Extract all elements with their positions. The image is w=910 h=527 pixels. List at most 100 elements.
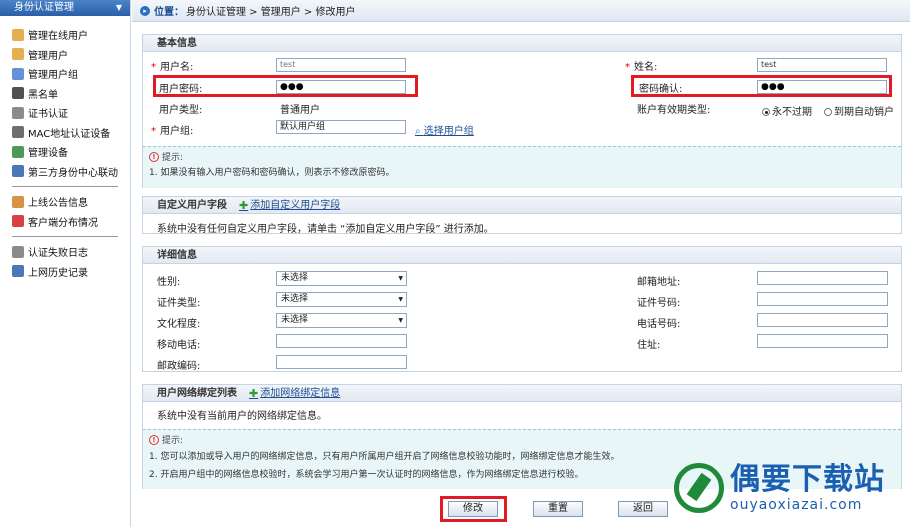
reset-button[interactable]: 重置 <box>533 501 583 517</box>
usertype-label: 用户类型: <box>159 105 203 116</box>
sidebar-divider <box>12 236 118 237</box>
sidebar-item[interactable]: MAC地址认证设备 <box>0 123 130 143</box>
watermark-url: ouyaoxiazai.com <box>730 497 863 513</box>
add-custom-field-link[interactable]: ✚ 添加自定义用户字段 <box>239 197 340 214</box>
location-icon: ▸ <box>140 5 150 16</box>
users-online-icon <box>12 28 24 41</box>
username-input[interactable]: test <box>276 58 406 72</box>
password-input[interactable]: ●●● <box>276 80 406 94</box>
email-input[interactable] <box>757 271 888 285</box>
mac-device-icon <box>12 126 24 139</box>
announcement-icon <box>12 195 24 208</box>
client-distribution-icon <box>12 215 24 228</box>
section-title: 基本信息 <box>143 35 901 52</box>
network-empty-text: 系统中没有当前用户的网络绑定信息。 <box>157 411 327 422</box>
user-group-icon <box>12 67 24 80</box>
sidebar-item-label: 上网历史记录 <box>28 267 88 279</box>
section-title: 详细信息 <box>143 247 901 264</box>
sidebar-title: 身份认证管理 <box>14 2 74 13</box>
education-label: 文化程度: <box>157 319 201 330</box>
validity-never-option[interactable]: 永不过期 <box>762 103 812 118</box>
watermark: 偶要下载站 ouyaoxiazai.com <box>674 453 904 523</box>
device-icon <box>12 145 24 158</box>
group-label: * 用户组: <box>151 126 194 137</box>
back-button[interactable]: 返回 <box>618 501 668 517</box>
sidebar-item[interactable]: 管理设备 <box>0 142 130 162</box>
gender-label: 性别: <box>157 277 181 288</box>
modify-button[interactable]: 修改 <box>448 501 498 517</box>
breadcrumb: ▸ 位置： 身份认证管理 > 管理用户 > 修改用户 <box>132 0 910 22</box>
plus-icon: ✚ <box>239 198 249 212</box>
sidebar-item-label: 上线公告信息 <box>28 198 88 210</box>
certificate-icon <box>12 106 24 119</box>
section-title: 自定义用户字段 ✚ 添加自定义用户字段 <box>143 197 901 214</box>
address-input[interactable] <box>757 334 888 348</box>
sidebar-item-label: 认证失败日志 <box>28 248 88 260</box>
main-content: ▸ 位置： 身份认证管理 > 管理用户 > 修改用户 基本信息 * 用户名: te… <box>132 0 910 527</box>
realname-input[interactable]: test <box>757 58 887 72</box>
sidebar-item[interactable]: 上网历史记录 <box>0 262 130 282</box>
add-network-binding-link[interactable]: ✚ 添加网络绑定信息 <box>249 385 340 402</box>
sidebar-item-label: 证书认证 <box>28 109 68 121</box>
blacklist-icon <box>12 87 24 100</box>
education-select[interactable]: 未选择 <box>276 313 407 328</box>
password-label: 用户密码: <box>159 84 203 95</box>
breadcrumb-path: 身份认证管理 > 管理用户 > 修改用户 <box>186 7 356 18</box>
zip-label: 邮政编码: <box>157 361 201 372</box>
sidebar-item[interactable]: 证书认证 <box>0 103 130 123</box>
email-label: 邮箱地址: <box>637 277 681 288</box>
gender-select[interactable]: 未选择 <box>276 271 407 286</box>
section-title: 用户网络绑定列表 ✚ 添加网络绑定信息 <box>143 385 901 402</box>
idtype-label: 证件类型: <box>157 298 201 309</box>
sidebar-item-label: 管理在线用户 <box>28 31 88 43</box>
sidebar-item-label: 第三方身份中心联动 <box>28 167 118 179</box>
phone-input[interactable] <box>757 313 888 327</box>
watermark-logo-icon <box>674 463 724 513</box>
basic-info-section: 基本信息 * 用户名: test * 姓名: test 用户密码: ●●● 密码确认… <box>142 34 902 188</box>
sidebar-item-label: 管理用户 <box>28 50 68 62</box>
idno-input[interactable] <box>757 292 888 306</box>
sidebar-item-label: 管理设备 <box>28 148 68 160</box>
sidebar-item[interactable]: 管理用户 <box>0 45 130 65</box>
radio-expire[interactable] <box>824 108 832 116</box>
sidebar-item[interactable]: 管理用户组 <box>0 64 130 84</box>
history-icon <box>12 265 24 278</box>
idtype-select[interactable]: 未选择 <box>276 292 407 307</box>
mobile-input[interactable] <box>276 334 407 348</box>
sidebar-item[interactable]: 客户端分布情况 <box>0 212 130 232</box>
sidebar-divider <box>12 186 118 187</box>
radio-never[interactable] <box>762 108 770 116</box>
sidebar-item-label: 管理用户组 <box>28 70 78 82</box>
mobile-label: 移动电话: <box>157 340 201 351</box>
phone-label: 电话号码: <box>637 319 681 330</box>
tip-title: 提示: <box>162 436 184 446</box>
sidebar-item[interactable]: 管理在线用户 <box>0 25 130 45</box>
sidebar-item[interactable]: 黑名单 <box>0 84 130 104</box>
sidebar-item-label: 客户端分布情况 <box>28 217 98 229</box>
sidebar-item-label: 黑名单 <box>28 89 58 101</box>
confirm-password-input[interactable]: ●●● <box>757 80 887 94</box>
basic-tip: ! 提示: 1. 如果没有输入用户密码和密码确认，则表示不修改原密码。 <box>143 146 901 188</box>
detail-section: 详细信息 性别: 未选择 证件类型: 未选择 文化程度: 未选择 移动电话: 邮… <box>142 246 902 372</box>
info-icon: ! <box>149 151 159 162</box>
custom-empty-text: 系统中没有任何自定义用户字段，请单击 “添加自定义用户字段” 进行添加。 <box>157 224 494 235</box>
zip-input[interactable] <box>276 355 407 369</box>
fail-log-icon <box>12 245 24 258</box>
sidebar-header[interactable]: 身份认证管理 ▼ <box>0 0 130 16</box>
plus-icon: ✚ <box>249 386 259 400</box>
sidebar-item[interactable]: 认证失败日志 <box>0 242 130 262</box>
select-group-link[interactable]: ⌕ 选择用户组 <box>415 122 474 137</box>
idno-label: 证件号码: <box>637 298 681 309</box>
breadcrumb-prefix: 位置： <box>154 7 184 18</box>
sidebar-item[interactable]: 第三方身份中心联动 <box>0 162 130 182</box>
chevron-down-icon[interactable]: ▼ <box>116 0 122 16</box>
validity-expire-option[interactable]: 到期自动销户 <box>824 103 894 118</box>
info-icon: ! <box>149 434 159 445</box>
tip-title: 提示: <box>162 153 184 163</box>
sidebar: 身份认证管理 ▼ 管理在线用户 管理用户管理用户组黑名单证书认证 MAC地址认证设备… <box>0 0 131 527</box>
sidebar-item[interactable]: 上线公告信息 <box>0 192 130 212</box>
watermark-text: 偶要下载站 <box>730 462 885 497</box>
validity-label: 账户有效期类型: <box>637 105 711 116</box>
group-input[interactable]: 默认用户组 <box>276 120 406 134</box>
sidebar-item-label: MAC地址认证设备 <box>28 128 111 140</box>
